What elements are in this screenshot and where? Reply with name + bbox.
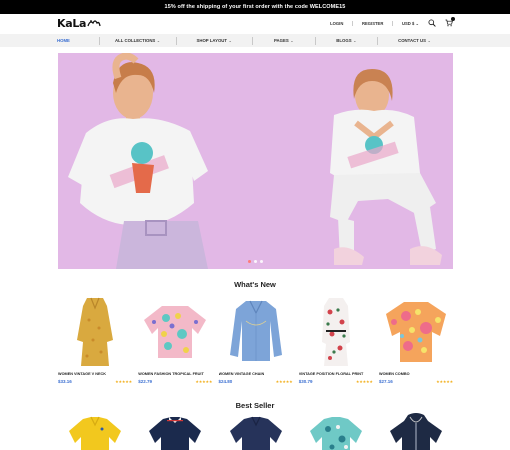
hero-slider-dots: [58, 260, 453, 263]
search-icon[interactable]: [428, 19, 436, 27]
product-name[interactable]: WOMEN VINTAGE CHAIN: [219, 372, 293, 376]
nav-item-shop-layout[interactable]: SHOP LAYOUT ⌄: [176, 34, 252, 47]
logo-mark-icon: [87, 20, 101, 27]
cart-count-badge: [451, 17, 455, 21]
nav-label: CONTACT US: [398, 38, 426, 43]
chevron-down-icon: ⌄: [427, 38, 431, 43]
promo-bar: 15% off the shipping of your first order…: [0, 0, 510, 14]
product-name[interactable]: WOMEN FASHION TROPICAL FRUIT: [138, 372, 212, 376]
nav-item-all-collections[interactable]: ALL COLLECTIONS ⌄: [100, 34, 176, 47]
nav-item-pages[interactable]: PAGES ⌄: [253, 34, 315, 47]
product-price: $33.16: [58, 379, 72, 384]
product-name[interactable]: WOMEN VINTAGE V NECK: [58, 372, 132, 376]
product-name[interactable]: VINTAGE POSITION FLORAL PRINT: [299, 372, 373, 376]
product-image[interactable]: [379, 413, 453, 450]
product-image[interactable]: [138, 413, 212, 450]
cart-icon[interactable]: [445, 17, 455, 27]
nav-label: PAGES: [273, 38, 289, 43]
register-link[interactable]: REGISTER: [362, 21, 383, 26]
best-seller-products: [58, 413, 453, 450]
nav-label: ALL COLLECTIONS: [115, 38, 156, 43]
product-card[interactable]: WOMEN FASHION TROPICAL FRUIT $22.79 ★★★★★: [138, 296, 212, 384]
promo-text: 15% off the shipping of your first order…: [164, 4, 346, 10]
nav-label: HOME: [57, 38, 70, 43]
chevron-down-icon: ⌄: [290, 38, 294, 43]
chevron-down-icon: ⌄: [228, 38, 232, 43]
product-price: $27.16: [379, 379, 393, 384]
product-price: $30.79: [298, 379, 313, 384]
divider: [352, 20, 353, 26]
product-card[interactable]: VINTAGE POSITION FLORAL PRINT $30.79 ★★★★…: [299, 296, 373, 384]
product-price: $22.79: [138, 379, 153, 384]
product-image[interactable]: [299, 296, 373, 368]
product-image[interactable]: [379, 296, 453, 368]
product-name[interactable]: WOMEN COMBO: [379, 372, 453, 376]
chevron-down-icon: ⌄: [156, 38, 161, 43]
best-seller-title: Best Seller: [235, 401, 275, 410]
rating-stars: ★★★★★: [275, 379, 293, 384]
login-link[interactable]: LOGIN: [330, 21, 343, 26]
rating-stars: ★★★★★: [115, 379, 132, 384]
product-image[interactable]: [219, 296, 293, 368]
chevron-down-icon: ⌄: [353, 38, 357, 43]
product-image[interactable]: [58, 296, 132, 368]
product-card[interactable]: WOMEN VINTAGE CHAIN $24.80 ★★★★★: [219, 296, 293, 384]
main-nav: HOME ALL COLLECTIONS ⌄ SHOP LAYOUT ⌄ PAGES…: [0, 34, 510, 47]
currency-select[interactable]: USD $ ⌄: [402, 21, 419, 26]
nav-item-home[interactable]: HOME: [57, 34, 99, 47]
nav-label: SHOP LAYOUT: [196, 38, 228, 43]
header-links: LOGIN REGISTER USD $ ⌄: [330, 17, 455, 27]
nav-item-blogs[interactable]: BLOGS ⌄: [315, 34, 377, 47]
product-image[interactable]: [299, 413, 373, 450]
hero-banner[interactable]: [58, 53, 453, 269]
rating-stars: ★★★★★: [195, 379, 213, 384]
currency-label: USD $: [401, 20, 415, 26]
hero-image: [68, 53, 442, 269]
whats-new-title: What's New: [234, 280, 276, 289]
product-card[interactable]: WOMEN VINTAGE V NECK $33.16 ★★★★★: [58, 296, 132, 384]
product-image[interactable]: [58, 413, 132, 450]
product-image[interactable]: [138, 296, 212, 368]
nav-item-contact-us[interactable]: CONTACT US ⌄: [378, 34, 451, 47]
divider: [392, 20, 393, 26]
product-image[interactable]: [219, 413, 293, 450]
rating-stars: ★★★★★: [355, 379, 373, 384]
header: KaLa LOGIN REGISTER USD $ ⌄: [0, 14, 510, 34]
slider-dot[interactable]: [248, 260, 251, 263]
whats-new-products: WOMEN VINTAGE V NECK $33.16 ★★★★★ WOMEN F…: [58, 296, 453, 384]
rating-stars: ★★★★★: [436, 379, 453, 384]
logo[interactable]: KaLa: [57, 17, 86, 30]
slider-dot[interactable]: [254, 260, 257, 263]
slider-dot[interactable]: [260, 260, 263, 263]
product-card[interactable]: WOMEN COMBO $27.16 ★★★★★: [379, 296, 453, 384]
nav-label: BLOGS: [336, 38, 352, 43]
product-price: $24.80: [218, 379, 233, 384]
